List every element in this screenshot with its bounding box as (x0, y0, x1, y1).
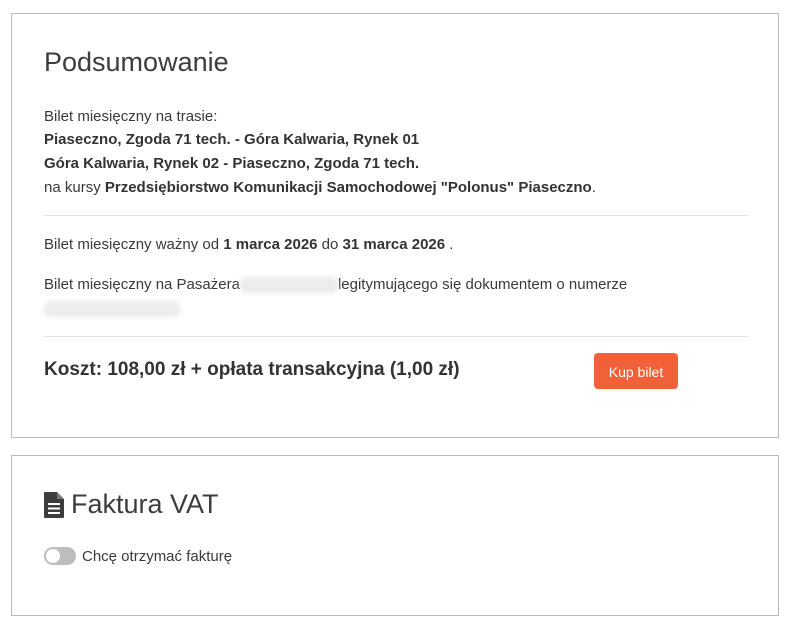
document-number-line (44, 299, 180, 319)
passenger-prefix: Bilet miesięczny na Pasażera (44, 276, 240, 293)
route-line-1: Piaseczno, Zgoda 71 tech. - Góra Kalwari… (44, 131, 420, 148)
invoice-toggle-row: Chcę otrzymać fakturę (44, 547, 232, 565)
carrier-name: Przedsiębiorstwo Komunikacji Samochodowe… (104, 179, 592, 196)
validity-mid: do (321, 236, 339, 253)
invoice-card: Faktura VAT Chcę otrzymać fakturę (11, 455, 779, 616)
invoice-toggle[interactable] (44, 547, 76, 565)
passenger-suffix: legitymującego się dokumentem o numerze (337, 276, 628, 293)
summary-title: Podsumowanie (44, 47, 229, 77)
toggle-knob (46, 549, 60, 563)
route-line-2: Góra Kalwaria, Rynek 02 - Piaseczno, Zgo… (44, 155, 420, 172)
invoice-toggle-label[interactable]: Chcę otrzymać fakturę (82, 548, 232, 565)
carrier-suffix: . (591, 179, 596, 196)
summary-card: Podsumowanie Bilet miesięczny na trasie:… (11, 13, 779, 438)
passenger-name-redacted (239, 277, 338, 294)
file-text-icon (44, 491, 64, 518)
invoice-title: Faktura VAT (71, 489, 219, 519)
invoice-header: Faktura VAT (44, 489, 219, 520)
carrier-prefix: na kursy (44, 179, 101, 196)
validity-line: Bilet miesięczny ważny od 1 marca 2026 d… (44, 235, 453, 255)
valid-to: 31 marca 2026 (342, 236, 446, 253)
divider (44, 336, 748, 337)
validity-prefix: Bilet miesięczny ważny od (44, 236, 220, 253)
divider (44, 215, 748, 216)
buy-ticket-button[interactable]: Kup bilet (594, 353, 678, 389)
valid-from: 1 marca 2026 (223, 236, 318, 253)
validity-suffix: . (449, 236, 454, 253)
carrier-line: na kursy Przedsiębiorstwo Komunikacji Sa… (44, 178, 596, 198)
cost-summary: Koszt: 108,00 zł + opłata transakcyjna (… (44, 359, 460, 380)
document-number-redacted (44, 301, 180, 318)
route-intro: Bilet miesięczny na trasie: (44, 108, 218, 125)
passenger-line: Bilet miesięczny na Pasażera legitymujące… (44, 275, 627, 295)
